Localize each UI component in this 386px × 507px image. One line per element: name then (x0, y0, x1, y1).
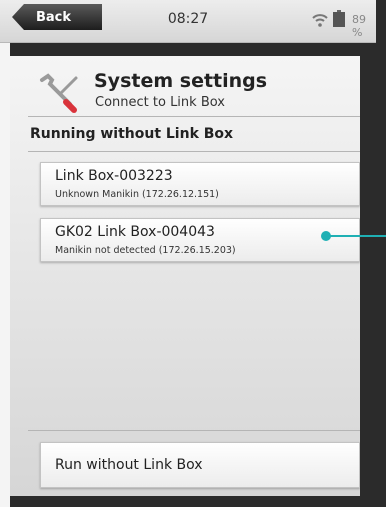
run-without-link-box-button[interactable]: Run without Link Box (40, 442, 360, 488)
page-title: System settings (94, 70, 268, 92)
battery-percentage: 89 % (352, 13, 366, 39)
divider (28, 116, 360, 117)
wrench-screwdriver-icon (40, 73, 78, 113)
link-box-detail: Manikin not detected (172.26.15.203) (55, 245, 236, 256)
link-box-detail: Unknown Manikin (172.26.12.151) (55, 189, 219, 200)
section-title: Running without Link Box (30, 126, 234, 142)
battery-icon (333, 10, 345, 27)
divider (28, 151, 360, 152)
link-box-item[interactable]: GK02 Link Box-004043 Manikin not detecte… (40, 218, 360, 262)
wifi-icon (312, 14, 328, 27)
link-box-item[interactable]: Link Box-003223 Unknown Manikin (172.26.… (40, 162, 360, 206)
link-box-name: Link Box-003223 (55, 168, 173, 184)
settings-panel: System settings Connect to Link Box Runn… (10, 56, 360, 496)
link-box-name: GK02 Link Box-004043 (55, 224, 215, 240)
run-button-label: Run without Link Box (55, 457, 203, 473)
divider (28, 430, 360, 431)
status-bar: Back 08:27 89 % (0, 0, 376, 43)
callout-line (326, 235, 386, 237)
page-subtitle: Connect to Link Box (95, 95, 225, 110)
